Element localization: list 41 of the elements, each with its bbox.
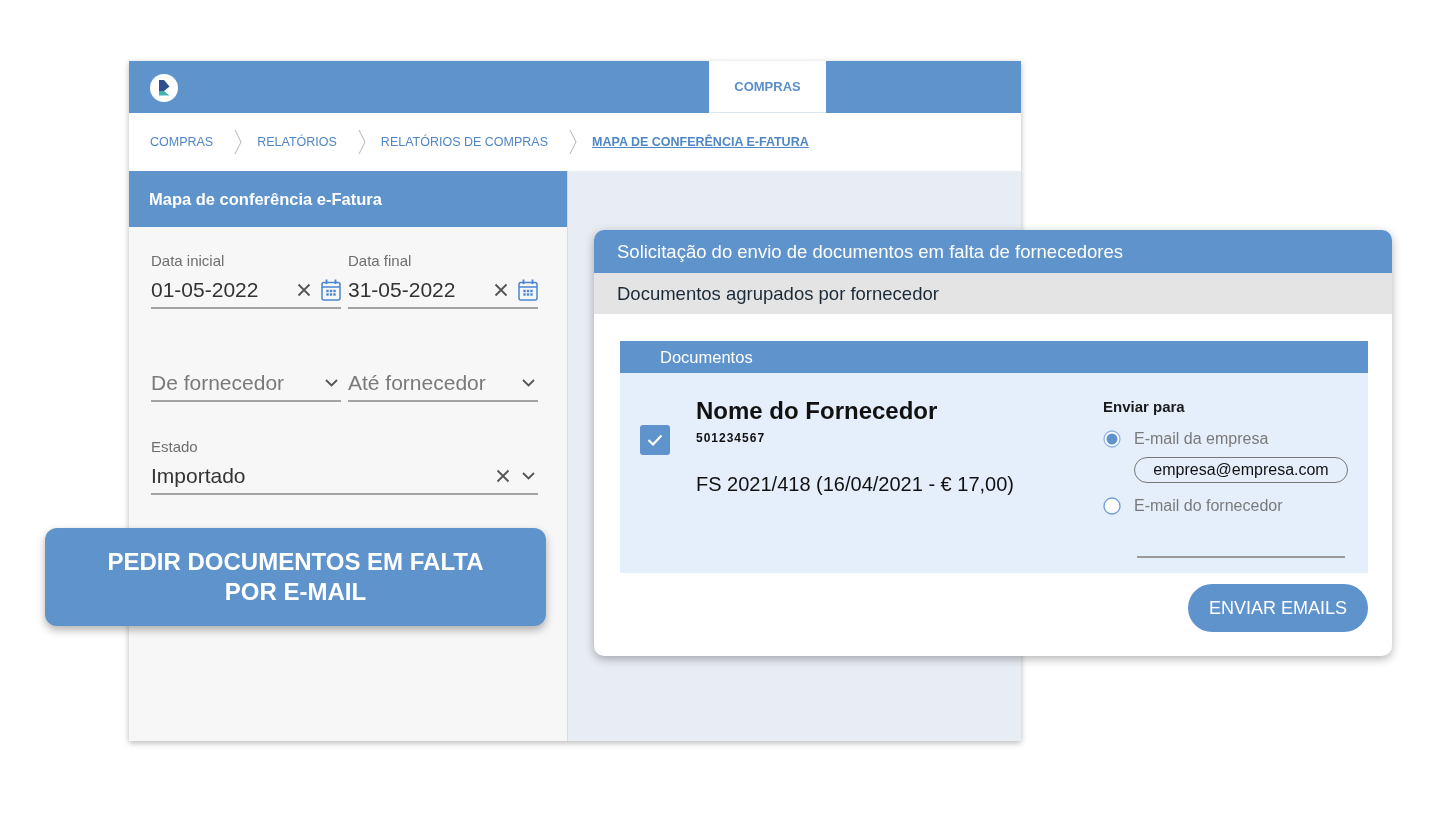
send-to-label: Enviar para xyxy=(1103,398,1186,416)
checkbox[interactable] xyxy=(640,425,670,455)
dialog-subtitle: Documentos agrupados por fornecedor xyxy=(617,281,939,306)
date-field[interactable]: 01-05-2022 xyxy=(151,274,293,306)
breadcrumb-link[interactable]: RELATÓRIOS DE COMPRAS xyxy=(380,132,549,152)
clear-icon[interactable] xyxy=(297,283,311,297)
request-documents-button[interactable]: PEDIR DOCUMENTOS EM FALTA POR E-MAIL xyxy=(45,528,546,626)
checkmark-icon xyxy=(647,434,663,446)
breadcrumb-link[interactable]: RELATÓRIOS xyxy=(257,132,337,152)
calendar-icon[interactable] xyxy=(321,279,341,301)
document-entry: FS 2021/418 (16/04/2021 - € 17,00) xyxy=(696,472,1015,497)
chevron-icon xyxy=(569,129,578,155)
select-field[interactable]: Importado xyxy=(151,460,492,492)
select-field[interactable]: De fornecedor xyxy=(151,367,323,399)
section-title: Documentos xyxy=(660,346,753,368)
chevron-icon xyxy=(234,129,243,155)
calendar-icon[interactable] xyxy=(518,279,538,301)
date-field[interactable]: 31-05-2022 xyxy=(348,274,490,306)
send-emails-button[interactable]: ENVIAR EMAILS xyxy=(1188,584,1368,632)
panel-title: Mapa de conferência e-Fatura xyxy=(149,188,382,210)
field-label: Estado xyxy=(151,438,199,456)
supplier-name: Nome do Fornecedor xyxy=(696,397,939,425)
field-label: Data final xyxy=(348,252,413,270)
clear-icon[interactable] xyxy=(496,469,510,483)
breadcrumb-link[interactable]: COMPRAS xyxy=(150,132,214,152)
field-label: Data inicial xyxy=(151,252,226,270)
chevron-icon xyxy=(357,129,366,155)
option-label: E-mail da empresa xyxy=(1134,429,1269,449)
chevron-down-icon[interactable] xyxy=(522,379,535,387)
radio-button[interactable] xyxy=(1103,497,1121,515)
radio-button[interactable] xyxy=(1103,430,1121,448)
breadcrumb-link[interactable]: MAPA DE CONFERÊNCIA E-FATURA xyxy=(592,132,809,152)
chevron-down-icon[interactable] xyxy=(325,379,338,387)
logo-icon xyxy=(150,74,178,102)
option-label: E-mail do fornecedor xyxy=(1134,496,1283,516)
select-field[interactable]: Até fornecedor xyxy=(348,367,520,399)
tab[interactable]: COMPRAS xyxy=(709,61,826,113)
clear-icon[interactable] xyxy=(494,283,508,297)
supplier-tax-id: 501234567 xyxy=(696,430,767,447)
dialog-title: Solicitação do envio de documentos em falta de fornecedores xyxy=(617,239,1123,264)
chevron-down-icon[interactable] xyxy=(522,472,535,480)
